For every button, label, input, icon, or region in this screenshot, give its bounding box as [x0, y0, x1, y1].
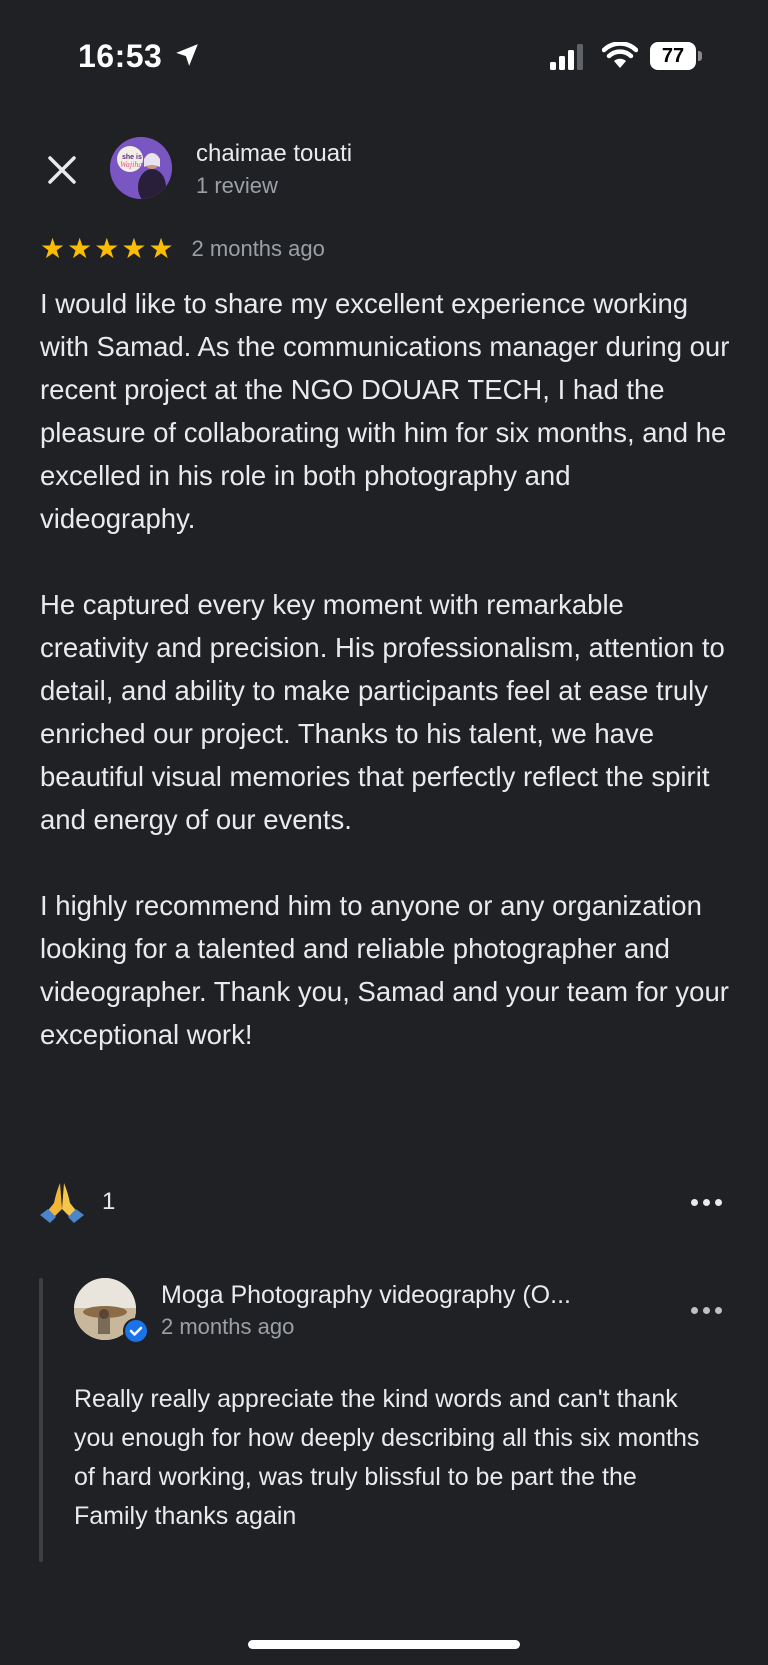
- signal-icon: [550, 44, 583, 70]
- verified-badge-icon: [123, 1318, 149, 1344]
- star-icon: ★: [148, 233, 174, 264]
- review-more-options-icon[interactable]: [686, 1192, 726, 1212]
- review-paragraph: I highly recommend him to anyone or any …: [40, 890, 729, 1050]
- star-icon: ★: [94, 233, 120, 264]
- status-bar: 16:53 77: [0, 0, 768, 110]
- owner-reply-time: 2 months ago: [161, 1314, 295, 1339]
- reviewer-review-count: 1 review: [196, 173, 278, 198]
- star-rating: ★ ★ ★ ★ ★: [40, 235, 174, 263]
- svg-text:Wajiha: Wajiha: [120, 160, 142, 169]
- review-paragraph: I would like to share my excellent exper…: [40, 288, 730, 534]
- star-icon: ★: [121, 233, 147, 264]
- wifi-icon: [602, 42, 638, 68]
- star-icon: ★: [40, 233, 66, 264]
- review-text: I would like to share my excellent exper…: [40, 282, 730, 1056]
- reviewer-name[interactable]: chaimae touati: [196, 140, 352, 168]
- reviewer-avatar[interactable]: she is Wajiha: [110, 137, 172, 199]
- reaction-count: 1: [102, 1188, 116, 1215]
- rating-row: ★ ★ ★ ★ ★ 2 months ago: [40, 232, 325, 266]
- review-time: 2 months ago: [191, 236, 325, 261]
- close-icon[interactable]: [44, 152, 80, 188]
- status-time: 16:53: [78, 38, 163, 74]
- owner-reply-text: Really really appreciate the kind words …: [74, 1385, 700, 1530]
- reaction-button[interactable]: 1: [38, 1180, 115, 1224]
- review-paragraph: He captured every key moment with remark…: [40, 589, 725, 835]
- reply-more-options-icon[interactable]: [686, 1300, 726, 1320]
- battery-icon: 77: [650, 42, 702, 70]
- reply-divider: [39, 1278, 43, 1562]
- folded-hands-icon: [40, 1183, 84, 1223]
- home-indicator[interactable]: [248, 1640, 520, 1649]
- owner-name[interactable]: Moga Photography videography (O...: [161, 1281, 571, 1310]
- star-icon: ★: [67, 233, 93, 264]
- location-arrow-icon: [176, 44, 198, 66]
- battery-level: 77: [650, 42, 696, 70]
